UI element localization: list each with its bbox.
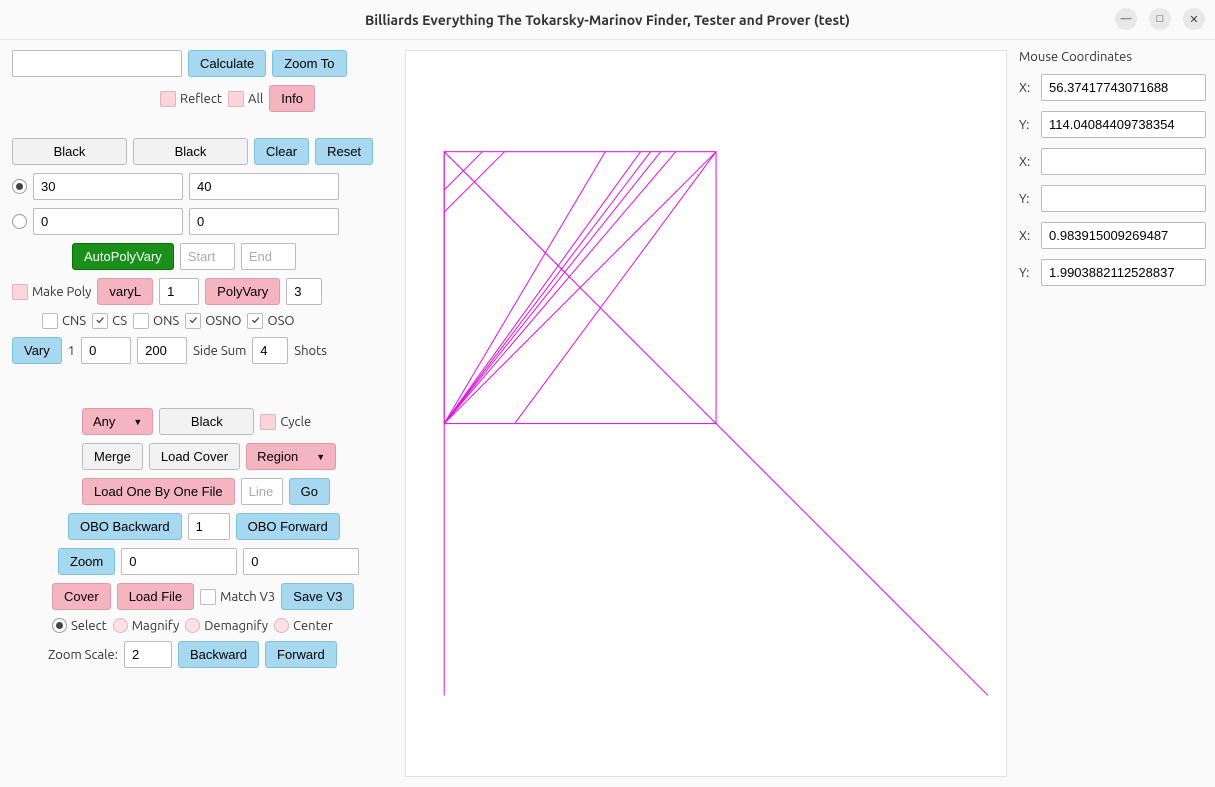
ons-checkbox[interactable]: ONS (133, 313, 179, 329)
billiard-plot (406, 51, 1006, 776)
main-input[interactable] (12, 50, 182, 77)
zoom-b-input[interactable] (243, 548, 359, 575)
y1-input[interactable] (1041, 111, 1206, 138)
x3-label: X: (1019, 229, 1033, 243)
cycle-checkbox[interactable]: Cycle (260, 414, 311, 430)
y3-label: Y: (1019, 266, 1033, 280)
load-file-button[interactable]: Load File (117, 583, 194, 610)
zoom-button[interactable]: Zoom (58, 548, 115, 575)
cs-checkbox[interactable]: CS (92, 313, 127, 329)
obo-backward-button[interactable]: OBO Backward (68, 513, 182, 540)
minimize-button[interactable]: — (1115, 8, 1137, 30)
make-poly-checkbox[interactable]: Make Poly (12, 284, 91, 300)
osno-checkbox[interactable]: OSNO (185, 313, 241, 329)
reflect-checkbox[interactable]: Reflect (160, 91, 222, 107)
region-dropdown[interactable]: Region▼ (246, 443, 336, 470)
select-radio[interactable]: Select (52, 618, 107, 633)
end-input[interactable] (241, 243, 296, 270)
angle-b1-input[interactable] (33, 208, 183, 235)
go-button[interactable]: Go (289, 478, 330, 505)
zoom-scale-label: Zoom Scale: (48, 648, 118, 662)
clear-button[interactable]: Clear (254, 138, 309, 165)
angle-radio-2[interactable] (12, 214, 27, 229)
obo-input[interactable] (188, 513, 230, 540)
vary-input2[interactable] (81, 337, 131, 364)
load-cover-button[interactable]: Load Cover (149, 443, 240, 470)
obo-forward-button[interactable]: OBO Forward (236, 513, 340, 540)
shots-label: Shots (294, 344, 327, 358)
left-panel: Calculate Zoom To Reflect All Info Black… (0, 40, 405, 787)
x1-input[interactable] (1041, 74, 1206, 101)
chevron-down-icon: ▼ (316, 452, 325, 462)
window-title: Billiards Everything The Tokarsky-Marino… (365, 12, 850, 28)
chevron-down-icon: ▼ (133, 417, 142, 427)
y3-input[interactable] (1041, 259, 1206, 286)
angle-a2-input[interactable] (189, 173, 339, 200)
close-button[interactable]: ✕ (1183, 8, 1205, 30)
autopolyvary-button[interactable]: AutoPolyVary (72, 243, 174, 270)
polyvary-input[interactable] (286, 278, 322, 305)
angle-radio-1[interactable] (12, 179, 27, 194)
start-input[interactable] (180, 243, 235, 270)
reset-button[interactable]: Reset (315, 138, 373, 165)
maximize-button[interactable]: □ (1149, 8, 1171, 30)
varyl-button[interactable]: varyL (97, 278, 153, 305)
angle-a1-input[interactable] (33, 173, 183, 200)
zoom-a-input[interactable] (121, 548, 237, 575)
black1-button[interactable]: Black (12, 138, 127, 165)
cns-checkbox[interactable]: CNS (42, 313, 86, 329)
coords-heading: Mouse Coordinates (1019, 50, 1207, 64)
varyl-input[interactable] (159, 278, 199, 305)
load-obo-button[interactable]: Load One By One File (82, 478, 235, 505)
right-panel: Mouse Coordinates X: Y: X: Y: X: Y: (1011, 40, 1215, 787)
merge-button[interactable]: Merge (82, 443, 143, 470)
save-v3-button[interactable]: Save V3 (281, 583, 354, 610)
x3-input[interactable] (1041, 222, 1206, 249)
calculate-button[interactable]: Calculate (188, 50, 266, 77)
polyvary-button[interactable]: PolyVary (205, 278, 280, 305)
black3-button[interactable]: Black (159, 408, 254, 435)
vary-label1: 1 (68, 344, 75, 358)
angle-b2-input[interactable] (189, 208, 339, 235)
any-dropdown[interactable]: Any▼ (82, 408, 153, 435)
backward-button[interactable]: Backward (178, 641, 259, 668)
y2-label: Y: (1019, 192, 1033, 206)
side-sum-input[interactable] (252, 337, 288, 364)
zoom-to-button[interactable]: Zoom To (272, 50, 346, 77)
vary-button[interactable]: Vary (12, 337, 62, 364)
demagnify-radio[interactable]: Demagnify (185, 618, 268, 633)
line-input[interactable] (241, 478, 283, 505)
x1-label: X: (1019, 81, 1033, 95)
canvas[interactable] (405, 50, 1007, 777)
y1-label: Y: (1019, 118, 1033, 132)
side-sum-label: Side Sum (193, 344, 246, 358)
black2-button[interactable]: Black (133, 138, 248, 165)
oso-checkbox[interactable]: OSO (247, 313, 294, 329)
info-button[interactable]: Info (269, 85, 315, 112)
titlebar: Billiards Everything The Tokarsky-Marino… (0, 0, 1215, 40)
vary-input3[interactable] (137, 337, 187, 364)
x2-input[interactable] (1041, 148, 1206, 175)
cover-button[interactable]: Cover (52, 583, 111, 610)
x2-label: X: (1019, 155, 1033, 169)
window-controls: — □ ✕ (1115, 8, 1205, 30)
y2-input[interactable] (1041, 185, 1206, 212)
magnify-radio[interactable]: Magnify (113, 618, 180, 633)
zoom-scale-input[interactable] (124, 641, 172, 668)
all-checkbox[interactable]: All (228, 91, 263, 107)
forward-button[interactable]: Forward (265, 641, 337, 668)
center-radio[interactable]: Center (274, 618, 333, 633)
match-v3-checkbox[interactable]: Match V3 (200, 589, 275, 605)
